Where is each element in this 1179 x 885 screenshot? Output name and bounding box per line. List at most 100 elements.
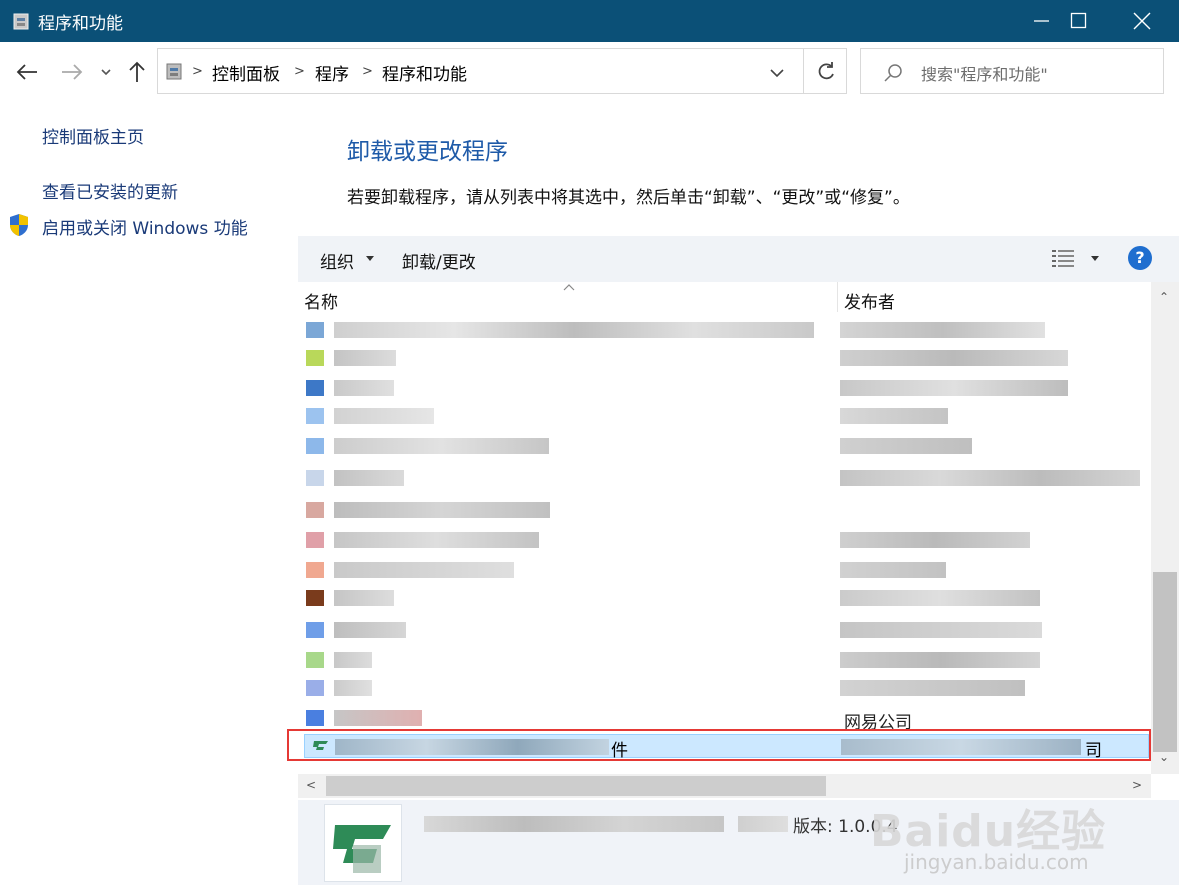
search-placeholder: 搜索"程序和功能" — [921, 65, 1048, 84]
redacted-name — [334, 532, 539, 548]
back-button[interactable] — [14, 58, 42, 86]
minimize-icon — [1034, 20, 1049, 22]
list-item[interactable] — [298, 530, 1151, 550]
scroll-right-icon[interactable]: > — [1132, 778, 1142, 792]
recent-locations-button[interactable] — [96, 58, 116, 86]
refresh-button[interactable] — [803, 49, 847, 93]
refresh-icon — [818, 62, 834, 80]
help-button[interactable]: ? — [1128, 246, 1152, 270]
list-item[interactable] — [298, 678, 1151, 698]
vertical-scrollbar[interactable]: ⌃ ⌄ — [1151, 282, 1179, 774]
watermark-sub: jingyan.baidu.com — [904, 850, 1089, 874]
redacted-name — [334, 710, 422, 726]
organize-menu[interactable]: 组织 — [320, 248, 354, 273]
breadcrumb-programs[interactable]: 程序 — [315, 60, 349, 85]
list-item[interactable] — [298, 406, 1151, 426]
redacted-publisher — [840, 380, 1068, 396]
highlight-box — [287, 729, 1151, 761]
breadcrumb-separator-icon: > — [362, 64, 373, 79]
redacted-name — [334, 470, 404, 486]
sidebar-item-windows-features[interactable]: 启用或关闭 Windows 功能 — [42, 214, 248, 239]
scroll-left-icon[interactable]: < — [306, 778, 316, 792]
list-item[interactable] — [298, 560, 1151, 580]
program-icon — [306, 322, 324, 338]
sidebar-item-control-panel-home[interactable]: 控制面板主页 — [42, 123, 144, 148]
breadcrumb-control-panel[interactable]: 控制面板 — [212, 60, 280, 85]
redacted-name — [334, 502, 550, 518]
redacted-name — [334, 590, 394, 606]
list-item[interactable] — [298, 706, 1151, 730]
uninstall-change-button[interactable]: 卸载/更改 — [402, 248, 476, 273]
arrow-right-icon — [62, 64, 83, 80]
list-item[interactable] — [298, 650, 1151, 670]
search-input[interactable]: 搜索"程序和功能" — [860, 48, 1164, 94]
column-header-name[interactable]: 名称 — [304, 288, 338, 313]
scroll-thumb[interactable] — [1153, 572, 1177, 752]
address-bar[interactable]: > 控制面板 > 程序 > 程序和功能 — [157, 48, 847, 94]
redacted-publisher — [840, 532, 1030, 548]
redacted-publisher — [840, 562, 946, 578]
redacted-name — [334, 622, 406, 638]
redacted-publisher — [840, 622, 1042, 638]
scroll-thumb[interactable] — [326, 776, 826, 796]
page-description: 若要卸载程序，请从列表中将其选中，然后单击“卸载”、“更改”或“修复”。 — [347, 188, 910, 208]
list-item[interactable] — [298, 620, 1151, 640]
column-divider[interactable] — [837, 282, 838, 312]
redacted-name — [334, 438, 549, 454]
redacted-publisher — [840, 438, 972, 454]
redacted-name — [334, 322, 814, 338]
chevron-down-icon — [366, 256, 374, 261]
chevron-down-icon[interactable] — [1091, 256, 1099, 261]
redacted-label — [738, 816, 788, 832]
search-icon — [884, 64, 902, 82]
redacted-name — [334, 652, 372, 668]
list-item[interactable] — [298, 468, 1151, 488]
maximize-button[interactable] — [1050, 0, 1108, 42]
title-bar: 程序和功能 — [0, 0, 1179, 42]
scroll-down-icon[interactable]: ⌄ — [1159, 750, 1169, 764]
column-header-publisher[interactable]: 发布者 — [844, 288, 895, 313]
breadcrumb-separator-icon: > — [294, 64, 305, 79]
redacted-name — [334, 680, 372, 696]
breadcrumb-programs-features[interactable]: 程序和功能 — [382, 60, 467, 85]
arrow-left-icon — [16, 64, 37, 80]
redacted-publisher — [840, 350, 1068, 366]
program-icon — [306, 532, 324, 548]
uac-shield-icon — [10, 214, 28, 236]
chevron-down-icon[interactable] — [768, 63, 786, 81]
program-icon — [306, 710, 324, 726]
view-details-icon[interactable] — [1052, 249, 1074, 267]
redacted-publisher — [840, 408, 948, 424]
forward-button[interactable] — [58, 58, 86, 86]
redacted-name — [334, 380, 394, 396]
programs-app-icon — [13, 13, 29, 30]
up-button[interactable] — [124, 58, 152, 86]
close-button[interactable] — [1113, 0, 1171, 42]
list-item[interactable] — [298, 348, 1151, 368]
program-icon — [306, 350, 324, 366]
redacted-publisher — [840, 680, 1025, 696]
arrow-up-icon — [129, 61, 145, 82]
control-panel-icon — [166, 63, 182, 80]
sort-ascending-icon — [563, 284, 575, 291]
program-list[interactable]: 名称 发布者 网易公司 件 司 — [298, 282, 1151, 774]
redacted-publisher — [840, 322, 1045, 338]
program-icon — [306, 438, 324, 454]
program-icon — [306, 590, 324, 606]
list-item[interactable] — [298, 320, 1151, 340]
program-icon — [306, 502, 324, 518]
list-item[interactable] — [298, 436, 1151, 456]
list-item[interactable] — [298, 588, 1151, 608]
scroll-up-icon[interactable]: ⌃ — [1159, 290, 1169, 304]
program-icon — [306, 408, 324, 424]
redacted-name — [334, 408, 434, 424]
close-icon — [1133, 12, 1151, 30]
sidebar-item-installed-updates[interactable]: 查看已安装的更新 — [42, 178, 178, 203]
redacted-name — [334, 562, 514, 578]
program-icon — [306, 680, 324, 696]
program-icon — [306, 652, 324, 668]
list-item[interactable] — [298, 378, 1151, 398]
breadcrumb-separator-icon: > — [192, 64, 203, 79]
redacted-publisher — [840, 652, 1040, 668]
list-item[interactable] — [298, 500, 1151, 520]
